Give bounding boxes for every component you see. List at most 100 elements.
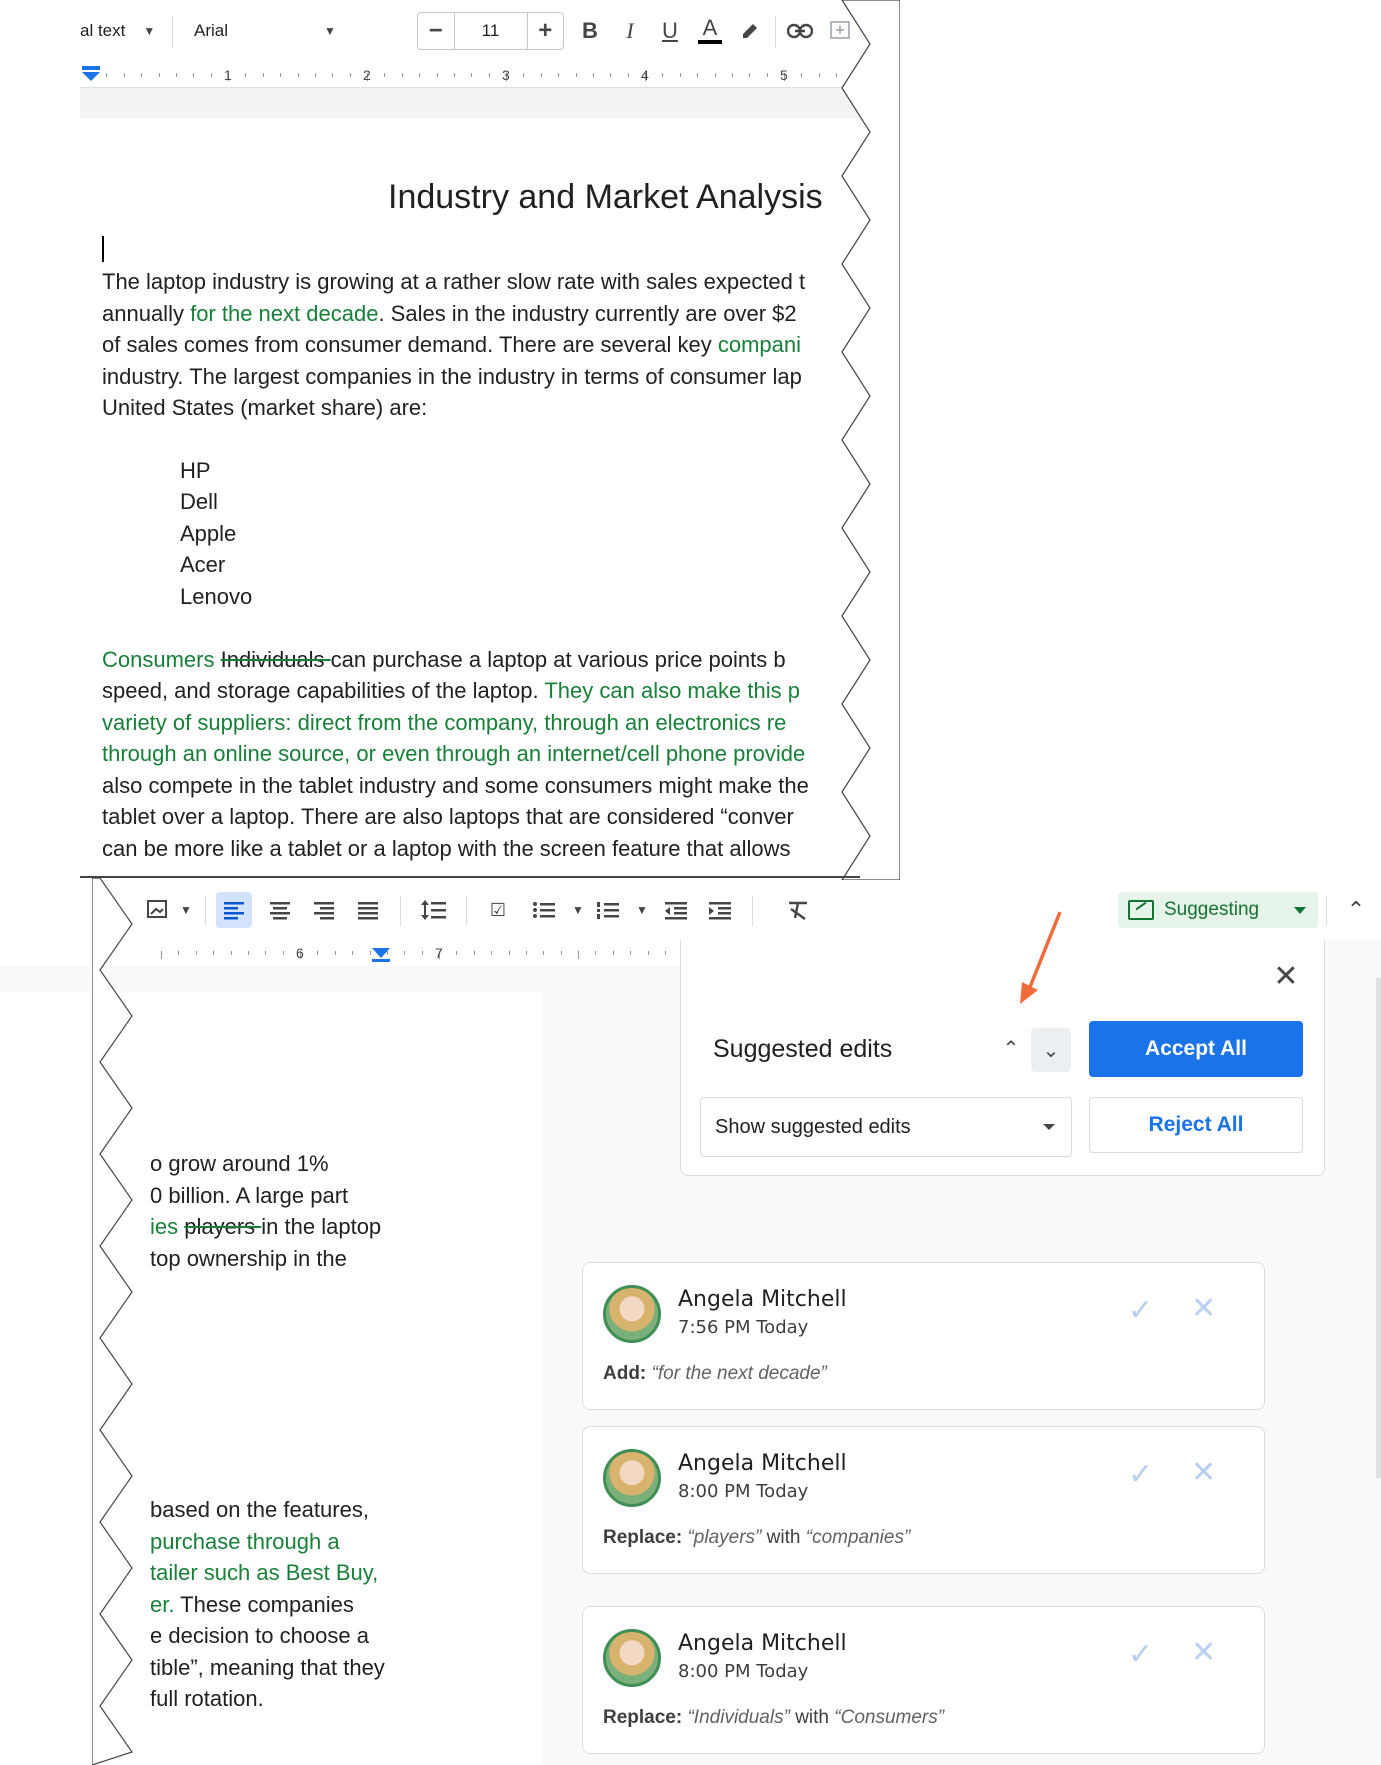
suggestion-time: 8:00 PM Today <box>678 1661 809 1682</box>
text-run: tible”, meaning that they <box>150 1654 385 1680</box>
text-line: 0 billion. A large part <box>150 1180 385 1212</box>
suggestion-card[interactable]: Angela Mitchell 8:00 PM Today ✓ ✕ Replac… <box>582 1426 1265 1574</box>
suggestion-card[interactable]: Angela Mitchell 8:00 PM Today ✓ ✕ Replac… <box>582 1606 1265 1754</box>
text-run: . Sales in the industry currently are ov… <box>378 300 797 326</box>
text-line: also compete in the tablet industry and … <box>102 770 870 802</box>
insert-comment-icon[interactable] <box>823 14 857 48</box>
text-run: based on the features, <box>150 1497 369 1522</box>
text-line: annually for the next decade. Sales in t… <box>102 298 870 330</box>
underline-button[interactable]: U <box>653 14 687 48</box>
text-line: based on the features, <box>150 1494 385 1526</box>
document-page-right-part[interactable]: o grow around 1% 0 billion. A large part i… <box>0 992 542 1765</box>
text-run: speed, and storage capabilities of the l… <box>102 678 545 703</box>
text-line: top ownership in the <box>150 1243 385 1275</box>
align-left-icon[interactable] <box>216 892 252 928</box>
next-suggestion-icon[interactable]: ⌄ <box>1031 1028 1071 1072</box>
accept-suggestion-icon[interactable]: ✓ <box>1128 1637 1153 1672</box>
suggested-insertion: Consumers <box>102 646 221 672</box>
top-screenshot-fragment: al text ▼ Arial ▼ − 11 + B I U A 1 2 3 4… <box>80 0 870 878</box>
highlight-color-icon[interactable] <box>733 14 767 48</box>
view-option-label: Show suggested edits <box>715 1115 911 1138</box>
right-indent-marker-icon[interactable] <box>372 948 390 962</box>
font-family-label: Arial <box>194 21 229 40</box>
chevron-down-icon: ▼ <box>324 24 336 38</box>
company-list: HP Dell Apple Acer Lenovo <box>180 455 870 613</box>
align-right-icon[interactable] <box>306 892 342 928</box>
clear-formatting-icon[interactable] <box>780 892 816 928</box>
suggested-deletion: Individuals <box>220 646 331 672</box>
suggestion-action: Replace: <box>603 1707 683 1728</box>
ruler-number: 3 <box>502 67 510 83</box>
text-run: of sales comes from consumer demand. The… <box>102 332 718 357</box>
text-run: tablet over a laptop. There are also lap… <box>102 804 794 829</box>
suggested-insertion: through an online source, or even throug… <box>102 741 806 766</box>
text-run: full rotation. <box>150 1686 264 1711</box>
list-item: Lenovo <box>180 583 253 609</box>
accept-suggestion-icon[interactable]: ✓ <box>1128 1457 1153 1492</box>
suggested-insertion: tailer such as Best Buy, <box>150 1560 379 1585</box>
text-run: The laptop industry is growing at a rath… <box>102 269 806 294</box>
avatar <box>603 1629 661 1687</box>
align-justify-icon[interactable] <box>350 892 386 928</box>
font-family-dropdown[interactable]: Arial ▼ <box>194 17 336 45</box>
annotation-arrow-icon <box>1020 911 1062 1004</box>
bulleted-list-icon[interactable] <box>526 892 562 928</box>
suggestion-text: “for the next decade” <box>651 1363 827 1384</box>
decrease-indent-icon[interactable] <box>658 892 694 928</box>
suggestion-time: 7:56 PM Today <box>678 1317 809 1338</box>
align-center-icon[interactable] <box>262 892 298 928</box>
reject-suggestion-icon[interactable]: ✕ <box>1191 1291 1216 1326</box>
text-color-button[interactable]: A <box>693 14 727 48</box>
horizontal-ruler[interactable]: 1 2 3 4 5 <box>80 62 870 88</box>
left-indent-marker-icon[interactable] <box>82 66 100 82</box>
insert-link-icon[interactable] <box>783 14 817 48</box>
text-run: e decision to choose a <box>150 1623 369 1648</box>
list-item: Apple <box>180 520 237 546</box>
ruler-number: 2 <box>363 67 371 83</box>
text-line: e decision to choose a <box>150 1620 385 1652</box>
suggested-edits-view-select[interactable]: Show suggested edits <box>700 1097 1072 1157</box>
font-size-input[interactable]: 11 <box>453 13 528 49</box>
text-run: can purchase a laptop at various price p… <box>330 646 786 672</box>
suggested-insertion: for the next decade <box>190 300 379 326</box>
reject-all-button[interactable]: Reject All <box>1089 1097 1303 1153</box>
suggestion-card[interactable]: Angela Mitchell 7:56 PM Today ✓ ✕ Add: “… <box>582 1262 1265 1410</box>
scrollbar[interactable] <box>1376 978 1381 1478</box>
text-line: through an online source, or even throug… <box>102 738 870 770</box>
chevron-down-icon[interactable]: ▼ <box>624 892 660 928</box>
numbered-list-icon[interactable] <box>590 892 626 928</box>
previous-suggestion-icon[interactable]: ⌃ <box>993 1030 1029 1066</box>
document-body-right: o grow around 1% 0 billion. A large part i… <box>150 1148 385 1715</box>
editing-mode-label: Suggesting <box>1164 899 1260 920</box>
increase-indent-icon[interactable] <box>702 892 738 928</box>
ruler-number: 5 <box>780 67 788 83</box>
text-line: can be more like a tablet or a laptop wi… <box>102 833 870 865</box>
editing-mode-dropdown[interactable]: Suggesting <box>1118 892 1318 928</box>
line-spacing-icon[interactable] <box>416 892 452 928</box>
text-line: tible”, meaning that they <box>150 1652 385 1684</box>
author-name: Angela Mitchell <box>678 1451 847 1476</box>
reject-suggestion-icon[interactable]: ✕ <box>1191 1455 1216 1490</box>
chevron-down-icon[interactable]: ▼ <box>168 892 204 928</box>
suggestion-text: “companies” <box>805 1527 911 1548</box>
text-line: o grow around 1% <box>150 1148 385 1180</box>
text-run: annually <box>102 300 191 326</box>
accept-all-button[interactable]: Accept All <box>1089 1021 1303 1077</box>
bold-button[interactable]: B <box>573 14 607 48</box>
accept-suggestion-icon[interactable]: ✓ <box>1128 1293 1153 1328</box>
ruler-number: 1 <box>224 67 232 83</box>
text-line: full rotation. <box>150 1683 385 1715</box>
document-page[interactable]: Industry and Market Analysis The laptop … <box>80 118 870 878</box>
font-size-control: − 11 + <box>417 12 564 50</box>
reject-suggestion-icon[interactable]: ✕ <box>1191 1635 1216 1670</box>
decrease-font-size-button[interactable]: − <box>418 13 454 49</box>
suggested-deletion: players <box>184 1214 262 1239</box>
horizontal-ruler-right[interactable]: 67 <box>0 940 701 966</box>
text-run: also compete in the tablet industry and … <box>102 772 809 798</box>
increase-font-size-button[interactable]: + <box>528 13 564 49</box>
checklist-icon[interactable]: ☑ <box>480 892 516 928</box>
paragraph-style-dropdown[interactable]: al text ▼ <box>80 17 155 45</box>
italic-button[interactable]: I <box>613 14 647 48</box>
close-icon[interactable]: ✕ <box>1268 958 1304 994</box>
hide-menus-icon[interactable]: ⌃ <box>1338 892 1374 928</box>
